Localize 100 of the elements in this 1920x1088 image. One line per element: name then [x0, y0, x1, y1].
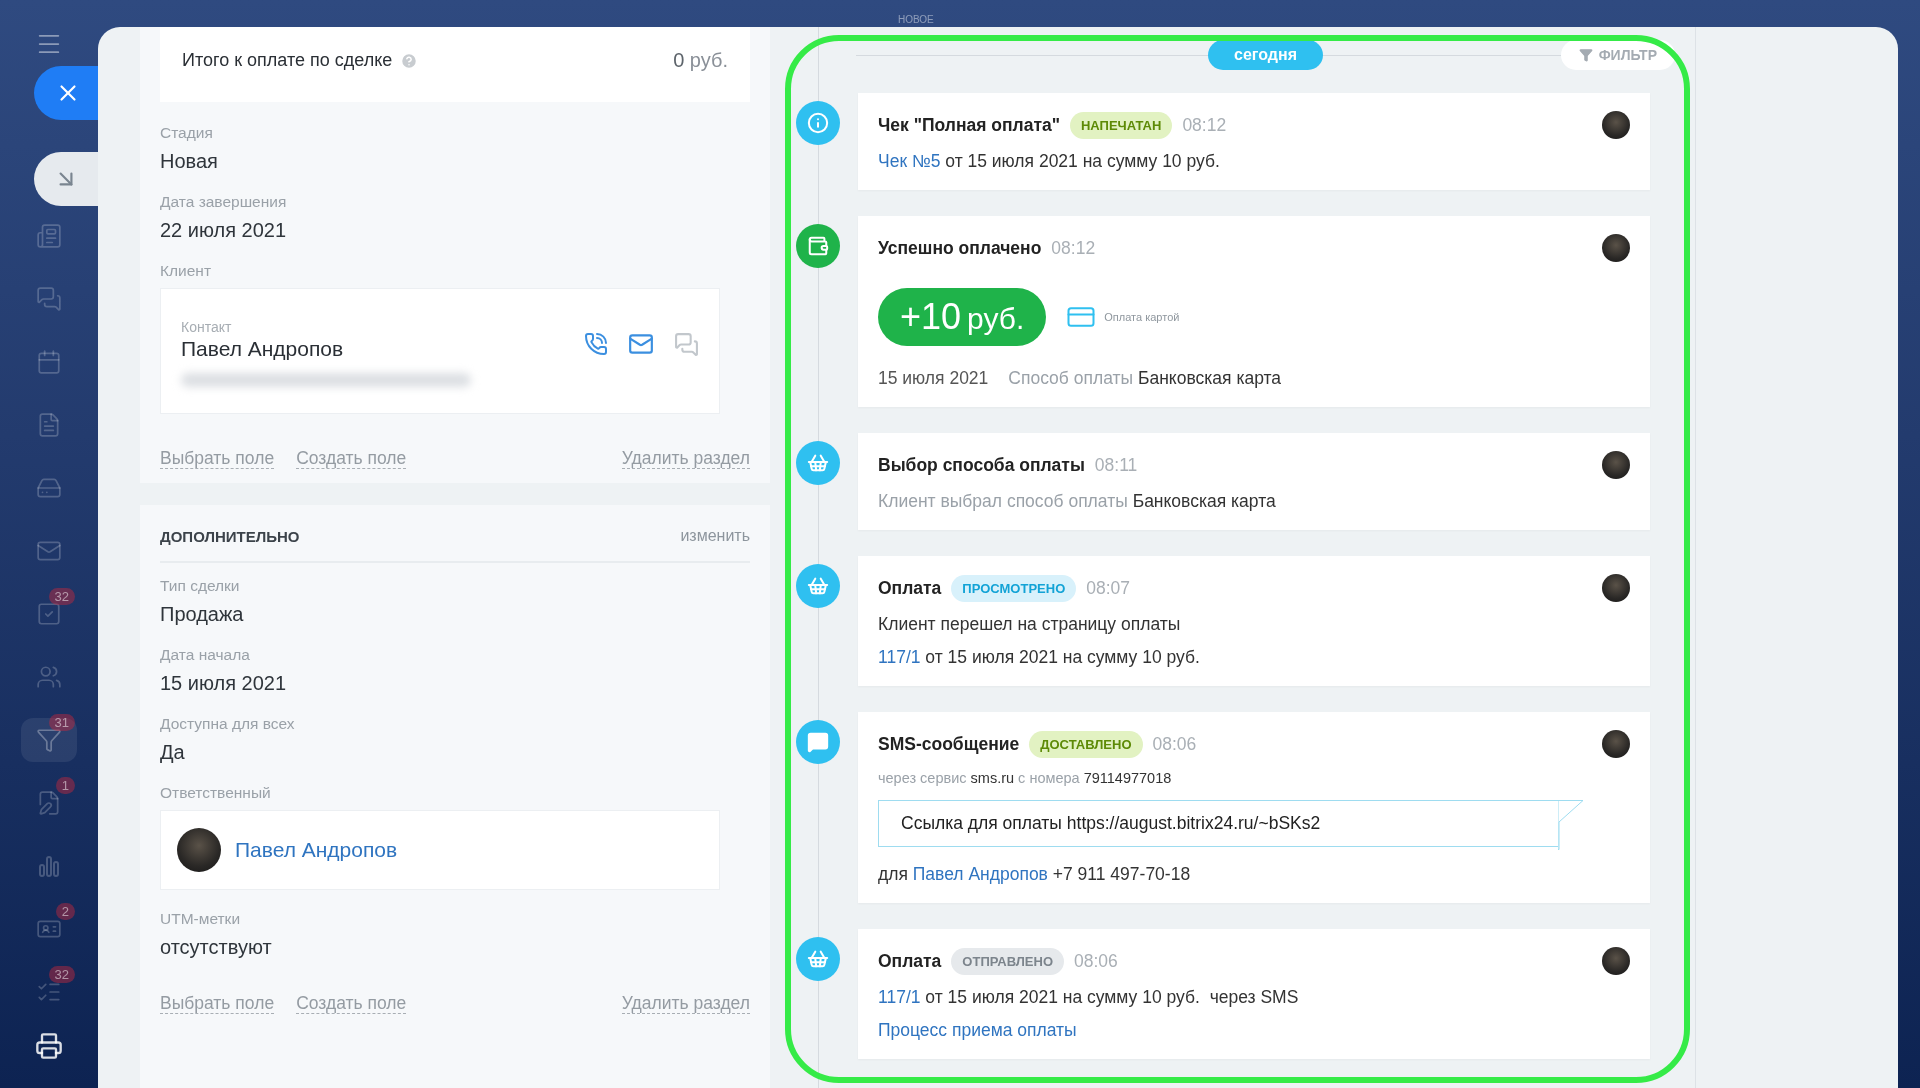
event-title: SMS-сообщение: [878, 733, 1020, 755]
event-text: Клиент перешел на страницу оплаты: [878, 614, 1182, 635]
edit-icon: [36, 790, 62, 816]
edit-link[interactable]: изменить: [680, 527, 750, 546]
calendar-icon: [36, 349, 62, 375]
field-action-link[interactable]: Выбрать поле: [160, 448, 275, 470]
phone-icon[interactable]: [584, 332, 608, 356]
avatar: [1602, 574, 1630, 602]
chat-badge: [796, 720, 840, 764]
status-badge: ДОСТАВЛЕНО: [1029, 730, 1143, 758]
field-value: 15 июля 2021: [160, 672, 288, 696]
field-value: Новая: [160, 150, 219, 173]
wallet-badge: [796, 224, 840, 268]
event-text: 117/1 от 15 июля 2021 на сумму 10 руб. через SMS: [878, 987, 1300, 1008]
basket-badge: [796, 937, 840, 981]
basket-badge: [796, 564, 840, 608]
field-value: отсутствуют: [160, 936, 273, 960]
chat-icon[interactable]: [674, 331, 699, 357]
bubble-tail: [1558, 800, 1584, 850]
field-label: Ответственный: [160, 784, 272, 803]
event-time: 08:12: [1051, 237, 1096, 259]
field-label: Доступна для всех: [160, 715, 296, 734]
contacts-icon: [36, 664, 62, 690]
avatar: [177, 828, 221, 873]
basket-badge: [796, 441, 840, 485]
amount-badge: +10 руб.: [878, 288, 1047, 346]
nav-badge: 31: [48, 714, 75, 731]
field-action-link[interactable]: Создать поле: [296, 448, 407, 470]
avatar: [1602, 947, 1630, 975]
contact-caption: Контакт: [181, 319, 233, 335]
funnel-icon: [36, 727, 62, 753]
summary-label: Итого к оплате по сделке: [182, 50, 393, 71]
payment-details: Способ оплаты Банковская карта: [1008, 368, 1282, 389]
nav-badge: 1: [55, 777, 75, 794]
field-label: UTM-метки: [160, 910, 242, 929]
event-time: 08:11: [1094, 454, 1138, 476]
drive-icon: [36, 475, 62, 501]
field-label: Клиент: [160, 262, 212, 280]
event-text: 117/1 от 15 июля 2021 на сумму 10 руб.: [878, 647, 1201, 668]
event-text: для Павел Андропов +7 911 497-70-18: [878, 864, 1192, 885]
nav-badge: 32: [48, 966, 75, 983]
section-title: ДОПОЛНИТЕЛЬНО: [160, 527, 300, 545]
printer-icon[interactable]: [35, 1032, 63, 1060]
info-badge: [796, 101, 840, 145]
event-title: Оплата: [878, 577, 942, 599]
chat-icon: [36, 286, 62, 312]
news-icon: [36, 223, 62, 249]
field-value: 22 июля 2021: [160, 219, 288, 242]
inline-link[interactable]: 117/1: [878, 987, 921, 1007]
event-time: 08:06: [1152, 733, 1197, 755]
event-subline: через сервис sms.ru с номера 79114977018: [878, 770, 1173, 786]
event-title: Оплата: [878, 950, 942, 972]
avatar: [1602, 451, 1630, 479]
event-time: 08:07: [1086, 577, 1131, 599]
mail-icon[interactable]: [628, 331, 654, 357]
delete-section-link[interactable]: Удалить раздел: [621, 993, 750, 1015]
inline-link[interactable]: Павел Андропов: [912, 864, 1048, 884]
status-badge: ПРОСМОТРЕНО: [951, 574, 1077, 602]
field-label: Стадия: [160, 124, 214, 142]
document-icon: [36, 412, 62, 438]
bar-chart-icon: [36, 853, 62, 879]
filter-icon: [1578, 48, 1593, 62]
close-button[interactable]: [34, 66, 98, 120]
tab-label: НОВОЕ: [898, 14, 934, 27]
field-label: Тип сделки: [160, 577, 241, 596]
help-icon[interactable]: [400, 51, 419, 70]
inline-link[interactable]: 117/1: [878, 647, 921, 667]
field-action-link[interactable]: Создать поле: [296, 993, 407, 1015]
event-title: Выбор способа оплаты: [878, 454, 1085, 476]
event-time: 08:12: [1182, 114, 1227, 136]
mail-icon: [36, 538, 62, 564]
nav-badge: 2: [55, 903, 75, 920]
inline-link[interactable]: Процесс приема оплаты: [878, 1020, 1077, 1040]
status-badge: ОТПРАВЛЕНО: [951, 947, 1064, 975]
event-text: Клиент выбрал способ оплаты Банковская карта: [878, 491, 1277, 512]
avatar: [1602, 234, 1630, 262]
field-value: Да: [160, 741, 186, 765]
delete-section-link[interactable]: Удалить раздел: [621, 448, 750, 470]
field-label: Дата завершения: [160, 193, 288, 211]
nav-badge: 32: [48, 588, 75, 605]
date-pill: сегодня: [1208, 40, 1323, 70]
avatar: [1602, 730, 1630, 758]
event-time: 08:06: [1074, 950, 1118, 972]
status-badge: НАПЕЧАТАН: [1070, 111, 1173, 139]
event-title: Успешно оплачено: [878, 237, 1042, 259]
user-link[interactable]: Павел Андропов: [235, 838, 398, 863]
inline-link[interactable]: Чек №5: [878, 151, 941, 171]
contact-name: Павел Андропов: [181, 337, 344, 361]
field-label: Дата начала: [160, 646, 251, 665]
summary-amount: 0 руб.: [673, 49, 728, 72]
payment-method: Оплата картой: [1104, 311, 1180, 323]
collapse-button[interactable]: [34, 152, 98, 206]
field-action-link[interactable]: Выбрать поле: [160, 993, 275, 1015]
tasks-icon: [36, 601, 62, 627]
filter-button[interactable]: ФИЛЬТР: [1560, 40, 1675, 70]
event-text: Чек №5 от 15 июля 2021 на сумму 10 руб.: [878, 151, 1221, 172]
event-title: Чек "Полная оплата": [878, 114, 1060, 136]
avatar: [1602, 111, 1630, 139]
field-value: Продажа: [160, 603, 245, 627]
payment-date: 15 июля 2021: [878, 368, 989, 389]
